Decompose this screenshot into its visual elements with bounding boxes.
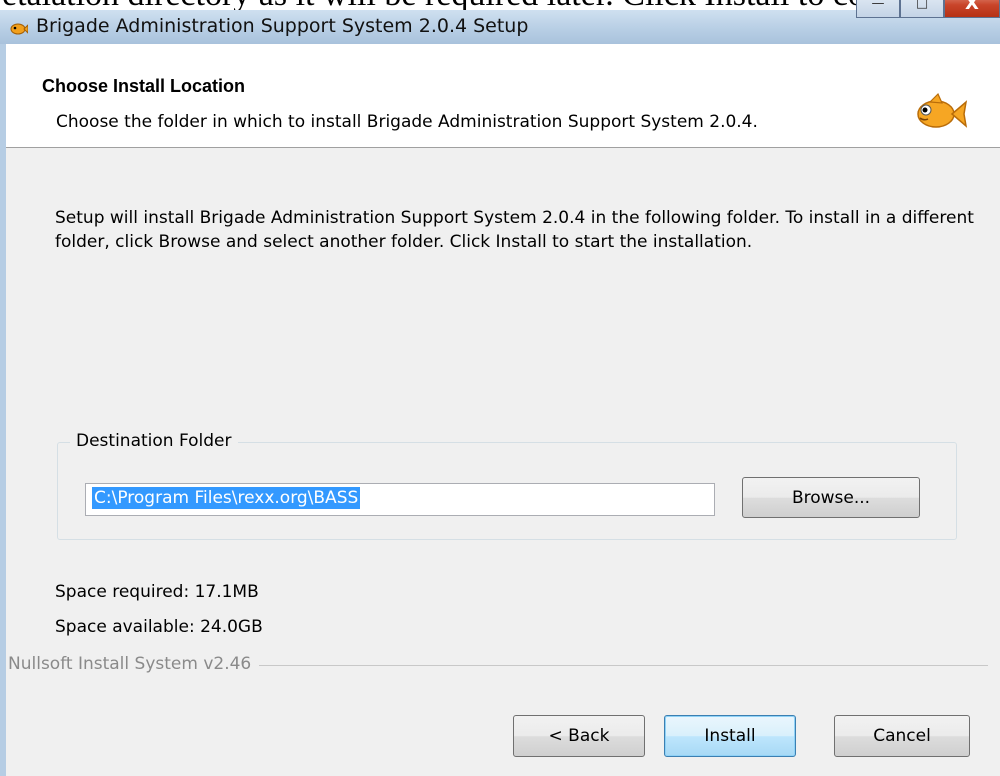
browse-button[interactable]: Browse... [742, 477, 920, 518]
install-button[interactable]: Install [664, 715, 796, 757]
page-subtitle: Choose the folder in which to install Br… [56, 112, 758, 132]
maximize-icon: □ [915, 0, 929, 11]
caption-buttons: — □ X [856, 0, 1000, 20]
nsis-fish-icon [917, 92, 968, 128]
back-button[interactable]: < Back [513, 715, 645, 757]
branding-separator: Nullsoft Install System v2.46 [8, 654, 988, 674]
page-title: Choose Install Location [42, 76, 246, 96]
cancel-button[interactable]: Cancel [834, 715, 970, 757]
page-header: Choose Install Location Choose the folde… [6, 44, 1000, 148]
setup-window: Brigade Administration Support System 2.… [0, 0, 1000, 776]
destination-path-input[interactable]: C:\Program Files\rexx.org\BASS [85, 483, 715, 516]
nsis-branding-text: Nullsoft Install System v2.46 [8, 654, 260, 674]
installer-app-icon [10, 23, 28, 35]
title-bar[interactable]: Brigade Administration Support System 2.… [0, 10, 1000, 44]
close-button[interactable]: X [944, 0, 1000, 18]
window-title: Brigade Administration Support System 2.… [36, 15, 529, 37]
space-required: Space required: 17.1MB [55, 582, 259, 602]
close-icon: X [965, 0, 979, 14]
minimize-icon: — [871, 0, 885, 11]
minimize-button[interactable]: — [856, 0, 900, 18]
destination-path-value: C:\Program Files\rexx.org\BASS [92, 487, 361, 509]
maximize-button[interactable]: □ [900, 0, 944, 18]
space-available: Space available: 24.0GB [55, 617, 263, 637]
destination-folder-label: Destination Folder [70, 431, 238, 451]
install-instructions: Setup will install Brigade Administratio… [55, 208, 974, 252]
